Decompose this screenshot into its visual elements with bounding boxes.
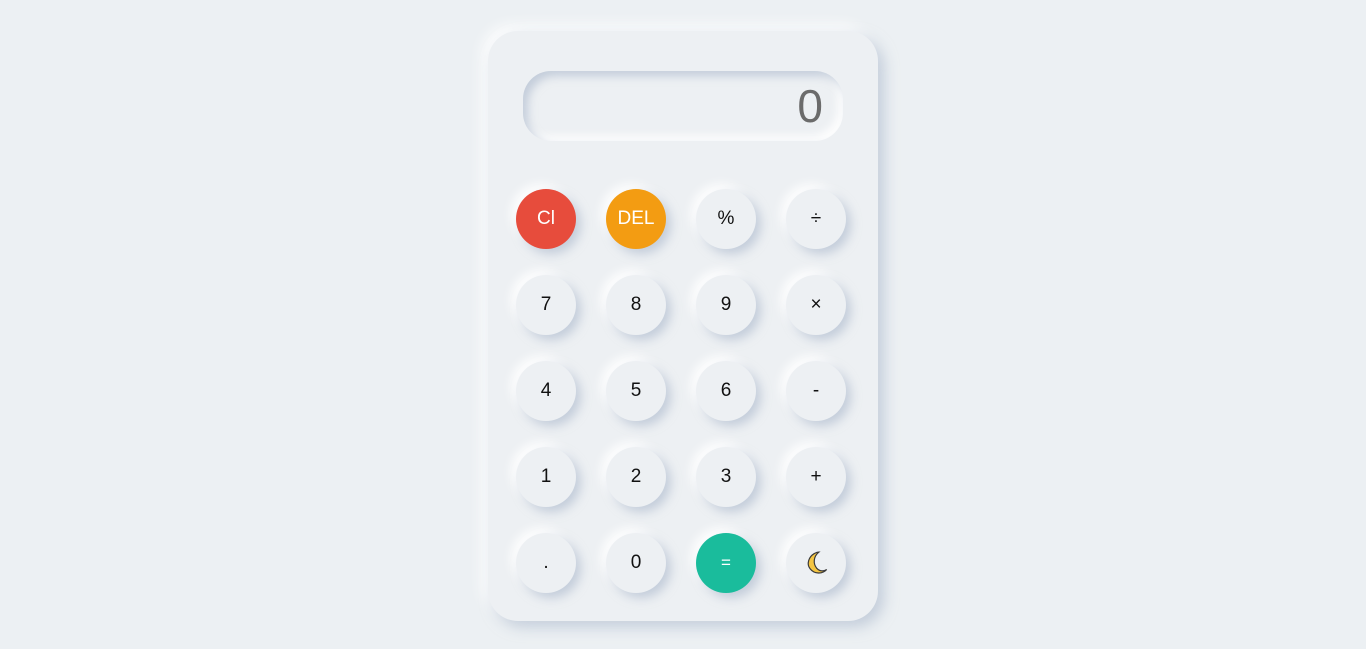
digit-2-button[interactable]: 2 xyxy=(606,447,666,507)
clear-button[interactable]: Cl xyxy=(516,189,576,249)
digit-1-button[interactable]: 1 xyxy=(516,447,576,507)
divide-button[interactable]: ÷ xyxy=(786,189,846,249)
subtract-button[interactable]: - xyxy=(786,361,846,421)
add-button[interactable]: + xyxy=(786,447,846,507)
theme-toggle-button[interactable] xyxy=(786,533,846,593)
digit-5-button[interactable]: 5 xyxy=(606,361,666,421)
equals-button[interactable]: = xyxy=(696,533,756,593)
digit-0-button[interactable]: 0 xyxy=(606,533,666,593)
multiply-button[interactable]: × xyxy=(786,275,846,335)
digit-4-button[interactable]: 4 xyxy=(516,361,576,421)
digit-9-button[interactable]: 9 xyxy=(696,275,756,335)
delete-button[interactable]: DEL xyxy=(606,189,666,249)
calculator-display: 0 xyxy=(523,71,843,141)
digit-3-button[interactable]: 3 xyxy=(696,447,756,507)
digit-8-button[interactable]: 8 xyxy=(606,275,666,335)
digit-7-button[interactable]: 7 xyxy=(516,275,576,335)
decimal-button[interactable]: . xyxy=(516,533,576,593)
moon-icon xyxy=(803,550,829,576)
digit-6-button[interactable]: 6 xyxy=(696,361,756,421)
percent-button[interactable]: % xyxy=(696,189,756,249)
calculator: 0 Cl DEL % ÷ 7 8 9 × 4 5 6 - 1 2 3 + . 0… xyxy=(488,31,878,621)
